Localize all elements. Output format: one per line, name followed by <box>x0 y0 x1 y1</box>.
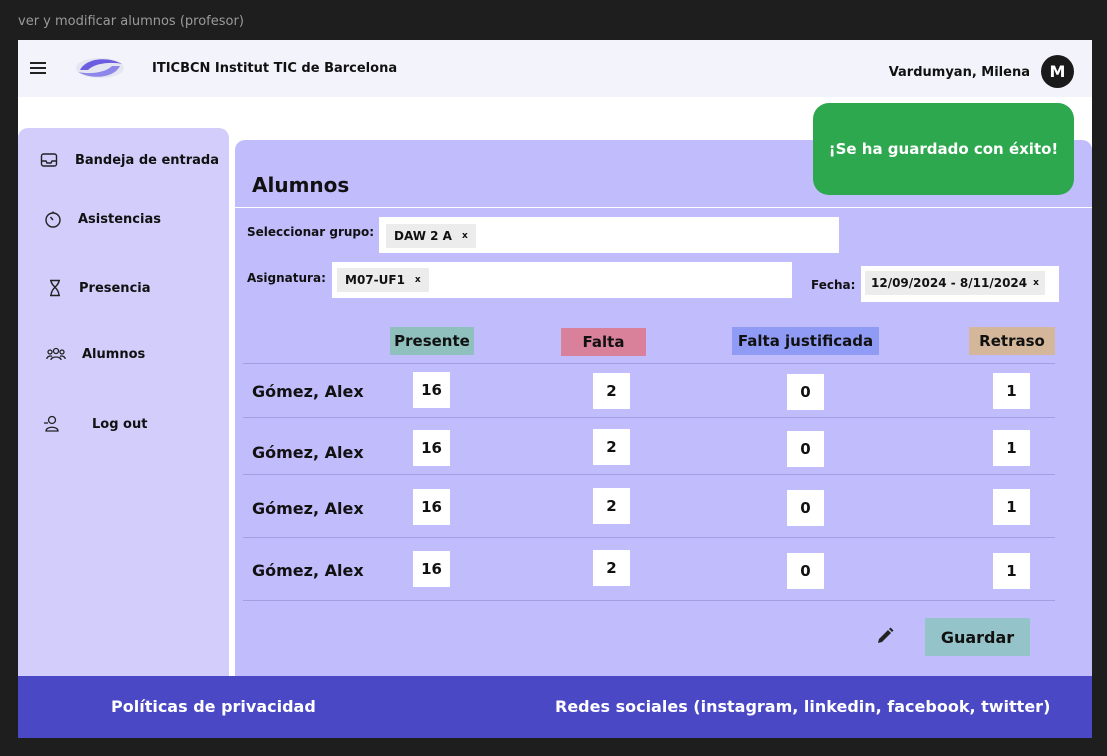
falta-input[interactable]: 2 <box>593 429 630 465</box>
sidebar: Bandeja de entrada Asistencias Presencia… <box>18 128 229 688</box>
inbox-icon <box>39 150 59 170</box>
sidebar-item-label: Asistencias <box>78 211 161 227</box>
footer: Políticas de privacidad Redes sociales (… <box>18 676 1092 738</box>
falta-justificada-input[interactable]: 0 <box>787 490 824 526</box>
sidebar-item-logout[interactable]: Log out <box>18 409 229 439</box>
falta-input[interactable]: 2 <box>593 550 630 586</box>
presente-input[interactable]: 16 <box>413 430 450 466</box>
student-name: Gómez, Alex <box>252 499 364 518</box>
column-header-presente: Presente <box>390 327 474 355</box>
falta-justificada-input[interactable]: 0 <box>787 431 824 467</box>
student-name: Gómez, Alex <box>252 382 364 401</box>
date-chip-remove-icon[interactable]: x <box>1033 278 1039 288</box>
retraso-input[interactable]: 1 <box>993 373 1030 409</box>
avatar[interactable]: M <box>1041 55 1074 88</box>
group-select[interactable]: DAW 2 A x <box>379 217 839 253</box>
social-links[interactable]: Redes sociales (instagram, linkedin, fac… <box>555 697 1050 716</box>
logo-icon <box>76 58 124 78</box>
users-icon <box>46 344 66 364</box>
falta-input[interactable]: 2 <box>593 488 630 524</box>
success-toast: ¡Se ha guardado con éxito! <box>813 103 1074 195</box>
row-divider <box>243 417 1055 418</box>
privacy-link[interactable]: Políticas de privacidad <box>111 697 316 716</box>
group-chip: DAW 2 A x <box>386 224 476 248</box>
frame-title: ver y modificar alumnos (profesor) <box>18 14 244 29</box>
row-divider <box>243 537 1055 538</box>
subject-chip-value: M07-UF1 <box>345 273 405 287</box>
column-header-retraso: Retraso <box>969 327 1055 355</box>
title-divider <box>235 207 1092 208</box>
retraso-input[interactable]: 1 <box>993 430 1030 466</box>
sidebar-item-label: Log out <box>92 416 148 432</box>
user-logout-icon <box>43 414 63 434</box>
group-label: Seleccionar grupo: <box>247 225 375 239</box>
sidebar-item-bandeja[interactable]: Bandeja de entrada <box>18 145 229 175</box>
retraso-input[interactable]: 1 <box>993 489 1030 525</box>
sidebar-item-presencia[interactable]: Presencia <box>18 273 229 303</box>
sidebar-item-alumnos[interactable]: Alumnos <box>18 339 229 369</box>
presente-input[interactable]: 16 <box>413 489 450 525</box>
group-chip-remove-icon[interactable]: x <box>462 231 468 241</box>
subject-chip: M07-UF1 x <box>337 268 429 292</box>
presente-input[interactable]: 16 <box>413 372 450 408</box>
timer-icon <box>43 209 63 229</box>
student-name: Gómez, Alex <box>252 443 364 462</box>
main-panel: Alumnos Seleccionar grupo: DAW 2 A x Asi… <box>235 140 1092 700</box>
hamburger-menu-icon[interactable] <box>30 62 46 74</box>
falta-justificada-input[interactable]: 0 <box>787 553 824 589</box>
sidebar-item-label: Bandeja de entrada <box>75 152 220 168</box>
column-header-falta: Falta <box>561 328 646 356</box>
sidebar-item-asistencias[interactable]: Asistencias <box>18 204 229 234</box>
row-divider <box>243 363 1055 364</box>
user-name: Vardumyan, Milena <box>888 65 1030 80</box>
app-page: ITICBCN Institut TIC de Barcelona Vardum… <box>18 40 1092 738</box>
subject-chip-remove-icon[interactable]: x <box>415 275 421 285</box>
row-divider <box>243 600 1055 601</box>
presente-input[interactable]: 16 <box>413 551 450 587</box>
date-range-field[interactable]: 12/09/2024 - 8/11/2024 x <box>861 266 1059 302</box>
edit-pencil-icon[interactable] <box>875 626 895 646</box>
sidebar-item-label: Alumnos <box>82 346 146 362</box>
hourglass-icon <box>45 278 65 298</box>
falta-justificada-input[interactable]: 0 <box>787 374 824 410</box>
org-name: ITICBCN Institut TIC de Barcelona <box>152 61 398 76</box>
retraso-input[interactable]: 1 <box>993 553 1030 589</box>
group-chip-value: DAW 2 A <box>394 229 452 243</box>
sidebar-item-label: Presencia <box>79 280 151 296</box>
row-divider <box>243 474 1055 475</box>
page-title: Alumnos <box>252 173 350 197</box>
subject-select[interactable]: M07-UF1 x <box>332 262 792 298</box>
date-label: Fecha: <box>811 278 856 292</box>
subject-label: Asignatura: <box>247 271 326 285</box>
top-bar: ITICBCN Institut TIC de Barcelona Vardum… <box>18 40 1092 97</box>
save-button[interactable]: Guardar <box>925 618 1030 656</box>
column-header-falta-justificada: Falta justificada <box>732 327 879 355</box>
falta-input[interactable]: 2 <box>593 373 630 409</box>
date-chip-value: 12/09/2024 - 8/11/2024 <box>871 276 1028 290</box>
date-chip: 12/09/2024 - 8/11/2024 x <box>865 271 1045 295</box>
student-name: Gómez, Alex <box>252 561 364 580</box>
